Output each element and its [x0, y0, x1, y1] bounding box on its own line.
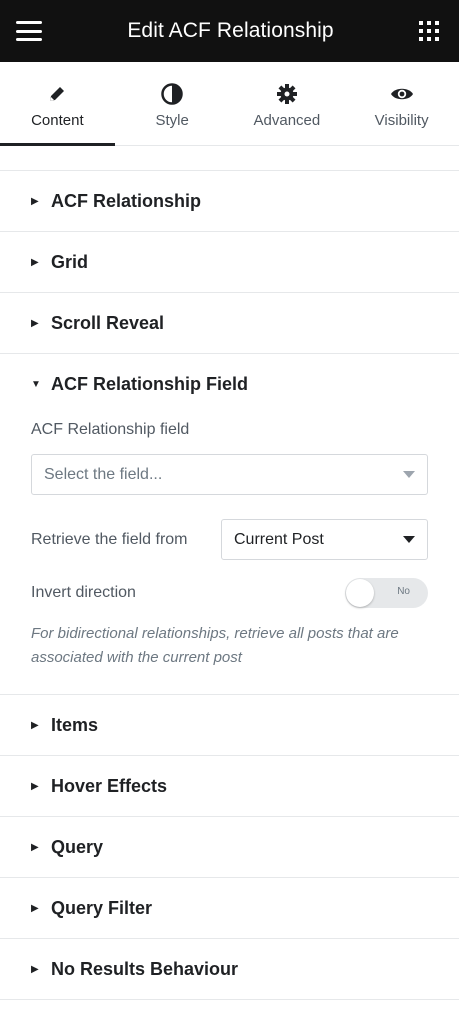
panel-spacer — [0, 146, 459, 171]
half-circle-icon — [161, 82, 183, 106]
section-no-results-behaviour[interactable]: ▶ No Results Behaviour — [0, 939, 459, 1000]
hamburger-icon[interactable] — [16, 21, 42, 41]
tab-visibility[interactable]: Visibility — [344, 62, 459, 145]
caret-right-icon: ▶ — [31, 256, 39, 268]
section-label: ACF Relationship — [51, 190, 202, 211]
section-label: Grid — [51, 251, 89, 272]
caret-right-icon: ▶ — [31, 963, 39, 975]
section-acf-relationship-field[interactable]: ▼ ACF Relationship Field — [0, 354, 459, 415]
caret-right-icon: ▶ — [31, 195, 39, 207]
invert-help-text: For bidirectional relationships, retriev… — [31, 625, 399, 666]
caret-right-icon: ▶ — [31, 902, 39, 914]
dropdown-arrow-icon — [403, 536, 415, 543]
section-label: No Results Behaviour — [51, 958, 239, 979]
tab-content[interactable]: Content — [0, 62, 115, 146]
select-placeholder: Select the field... — [44, 465, 163, 483]
section-label: Items — [51, 714, 99, 735]
caret-right-icon: ▶ — [31, 719, 39, 731]
tab-label: Advanced — [253, 112, 321, 129]
section-query-filter[interactable]: ▶ Query Filter — [0, 878, 459, 939]
panel-title: Edit ACF Relationship — [127, 19, 334, 42]
section-label: Query Filter — [51, 897, 153, 918]
caret-right-icon: ▶ — [31, 780, 39, 792]
invert-direction-toggle[interactable]: No — [345, 578, 428, 608]
toggle-text: No — [397, 586, 410, 597]
section-acf-relationship[interactable]: ▶ ACF Relationship — [0, 171, 459, 232]
acf-field-label: ACF Relationship field — [31, 421, 190, 438]
retrieve-row: Retrieve the field from Current Post — [31, 519, 428, 560]
section-items[interactable]: ▶ Items — [0, 695, 459, 756]
panel-tabs: Content Style Advanced Visibility — [0, 62, 459, 146]
section-body: ACF Relationship field Select the field.… — [0, 421, 459, 695]
section-label: Hover Effects — [51, 775, 168, 796]
pencil-icon — [47, 82, 67, 106]
caret-right-icon: ▶ — [31, 841, 39, 853]
section-label: ACF Relationship Field — [51, 374, 249, 394]
section-scroll-reveal[interactable]: ▶ Scroll Reveal — [0, 293, 459, 354]
tab-label: Style — [155, 112, 189, 129]
tab-label: Visibility — [374, 112, 429, 129]
grid-icon[interactable] — [419, 21, 439, 41]
caret-right-icon: ▶ — [31, 317, 39, 329]
panel-header: Edit ACF Relationship — [0, 0, 459, 62]
section-label: Query — [51, 836, 104, 857]
retrieve-label: Retrieve the field from — [31, 530, 188, 548]
tab-advanced[interactable]: Advanced — [230, 62, 345, 145]
tab-style[interactable]: Style — [115, 62, 230, 145]
eye-icon — [390, 82, 414, 106]
gear-icon — [276, 82, 298, 106]
invert-label: Invert direction — [31, 584, 136, 601]
section-label: Scroll Reveal — [51, 312, 165, 333]
invert-row: Invert direction No — [31, 578, 428, 608]
tab-label: Content — [31, 112, 84, 129]
acf-field-select[interactable]: Select the field... — [31, 454, 428, 495]
toggle-knob — [346, 579, 374, 607]
section-grid[interactable]: ▶ Grid — [0, 232, 459, 293]
dropdown-arrow-icon — [403, 471, 415, 478]
retrieve-select[interactable]: Current Post — [221, 519, 428, 560]
section-hover-effects[interactable]: ▶ Hover Effects — [0, 756, 459, 817]
section-query[interactable]: ▶ Query — [0, 817, 459, 878]
caret-down-icon: ▼ — [31, 379, 41, 390]
select-value: Current Post — [234, 530, 324, 548]
